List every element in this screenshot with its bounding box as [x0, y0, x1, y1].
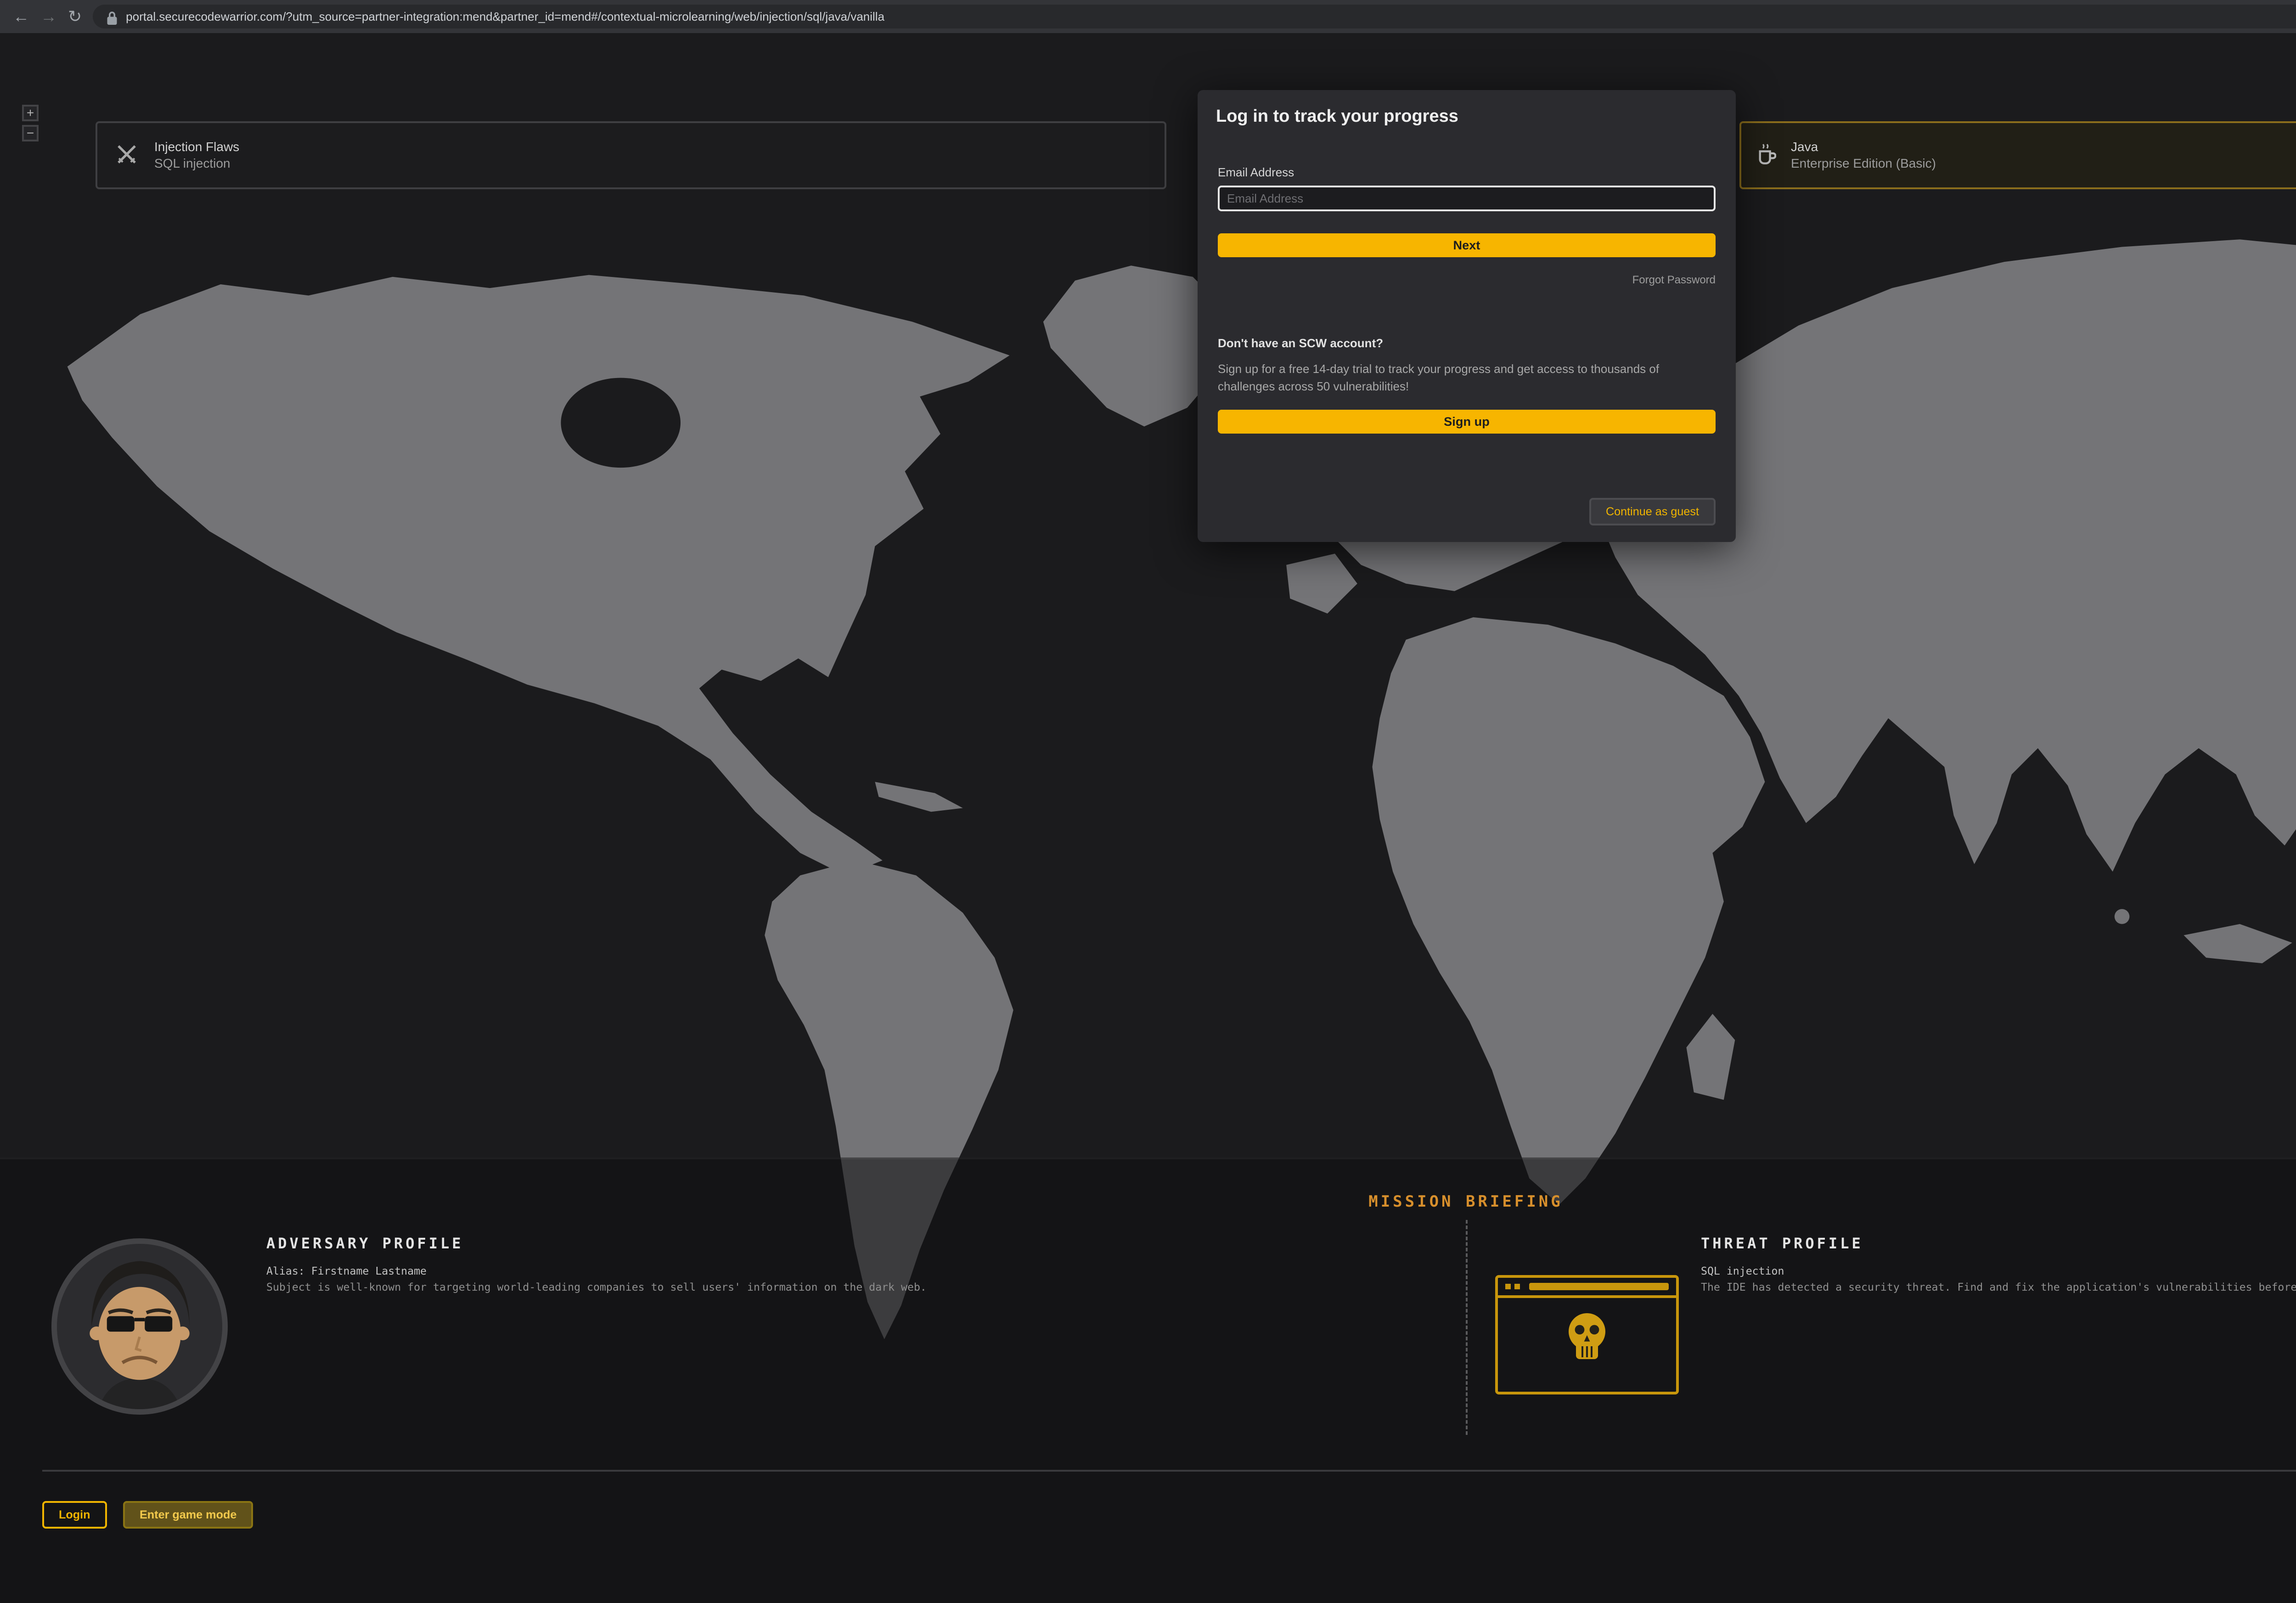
adversary-description: Subject is well-known for targeting worl… [266, 1281, 927, 1293]
category-title: Injection Flaws [154, 139, 239, 155]
crossed-swords-icon [116, 138, 138, 172]
adversary-profile: ADVERSARY PROFILE Alias: Firstname Lastn… [266, 1235, 927, 1293]
forward-button[interactable]: → [40, 8, 57, 25]
email-label: Email Address [1218, 165, 1294, 180]
language-selector[interactable]: Java Enterprise Edition (Basic) REMEMBER… [1739, 121, 2296, 189]
browser-chrome: ← → ↻ portal.securecodewarrior.com/?utm_… [0, 0, 2296, 33]
mission-briefing-title: MISSION BRIEFING [0, 1192, 2296, 1211]
footer-divider [42, 1470, 2296, 1472]
continue-as-guest-button[interactable]: Continue as guest [1589, 498, 1716, 525]
threat-profile: THREAT PROFILE SQL injection The IDE has… [1701, 1235, 2296, 1293]
adversary-alias: Alias: Firstname Lastname [266, 1265, 927, 1277]
category-box: Injection Flaws SQL injection [96, 121, 1166, 189]
skull-icon [1556, 1308, 1618, 1381]
no-account-text: Don't have an SCW account? [1218, 336, 1383, 350]
page: ← → ↻ portal.securecodewarrior.com/?utm_… [0, 0, 2296, 1603]
threat-profile-title: THREAT PROFILE [1701, 1235, 2296, 1252]
next-button[interactable]: Next [1218, 233, 1716, 257]
lock-icon [106, 0, 118, 34]
java-coffee-icon [1758, 138, 1776, 172]
zoom-in-button[interactable]: + [22, 105, 39, 121]
threat-browser-icon [1495, 1275, 1679, 1394]
mission-divider [1466, 1220, 1468, 1435]
forgot-password-link[interactable]: Forgot Password [1632, 274, 1716, 287]
login-button[interactable]: Login [42, 1501, 107, 1529]
adversary-avatar [51, 1238, 228, 1415]
language-title: Java [1791, 139, 1936, 155]
threat-description: The IDE has detected a security threat. … [1701, 1281, 2296, 1293]
back-button[interactable]: ← [13, 8, 29, 25]
login-modal: Log in to track your progress Email Addr… [1198, 90, 1736, 542]
language-subtitle: Enterprise Edition (Basic) [1791, 155, 1936, 172]
enter-game-mode-button[interactable]: Enter game mode [123, 1501, 253, 1529]
address-bar[interactable]: portal.securecodewarrior.com/?utm_source… [93, 5, 2296, 28]
url-text: portal.securecodewarrior.com/?utm_source… [126, 10, 2296, 24]
zoom-out-button[interactable]: − [22, 125, 39, 141]
modal-title: Log in to track your progress [1216, 107, 1458, 126]
adversary-profile-title: ADVERSARY PROFILE [266, 1235, 927, 1252]
signup-text: Sign up for a free 14-day trial to track… [1218, 360, 1717, 395]
mission-overlay [0, 1157, 2296, 1603]
category-subtitle: SQL injection [154, 155, 239, 172]
reload-button[interactable]: ↻ [68, 8, 82, 25]
email-input[interactable] [1218, 186, 1716, 211]
signup-button[interactable]: Sign up [1218, 410, 1716, 434]
threat-name: SQL injection [1701, 1265, 2296, 1277]
